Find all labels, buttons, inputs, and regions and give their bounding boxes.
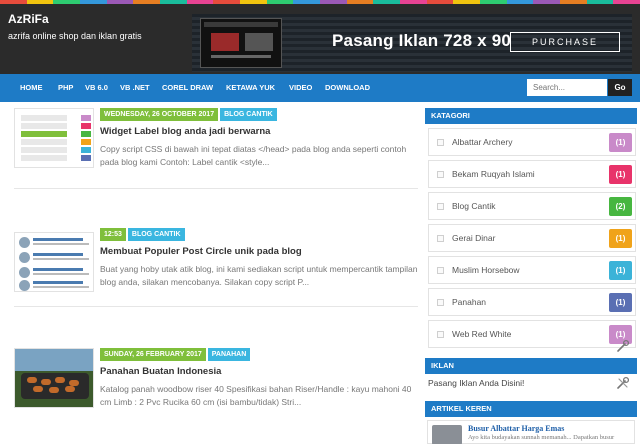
- post-category-badge[interactable]: BLOG CANTIK: [220, 108, 277, 121]
- post-snippet: Copy script CSS di bawah ini tepat diata…: [100, 144, 407, 167]
- post-category-badge[interactable]: BLOG CANTIK: [127, 228, 185, 241]
- category-bullet-icon: [437, 171, 444, 178]
- search-input[interactable]: [527, 79, 607, 96]
- category-item[interactable]: Panahan (1): [428, 288, 636, 316]
- artikel-thumbnail: [432, 425, 462, 444]
- category-bullet-icon: [437, 331, 444, 338]
- category-count-badge: (2): [609, 197, 632, 216]
- category-bullet-icon: [437, 235, 444, 242]
- search-button[interactable]: Go: [608, 79, 632, 96]
- category-label[interactable]: Bekam Ruqyah Islami: [452, 169, 535, 179]
- site-title[interactable]: AzRiFa: [8, 12, 49, 26]
- post-snippet: Katalog panah woodbow riser 40 Spesifika…: [100, 384, 412, 407]
- category-bullet-icon: [437, 203, 444, 210]
- post-time-badge: 12:53: [100, 228, 126, 241]
- post-meta: 12:53 BLOG CANTIK: [100, 228, 185, 241]
- site-header: AzRiFa azrifa online shop dan iklan grat…: [0, 4, 640, 74]
- post-category-badge[interactable]: PANAHAN: [207, 348, 251, 361]
- category-bullet-icon: [437, 299, 444, 306]
- artikel-snippet: Ayo kita budayakan sunnah memanah... Dap…: [468, 434, 615, 441]
- nav-item-vbnet[interactable]: VB .NET: [120, 74, 150, 102]
- post-divider: [14, 306, 418, 307]
- purchase-button[interactable]: PURCHASE: [510, 32, 620, 52]
- post-item: WEDNESDAY, 26 OCTOBER 2017 BLOG CANTIK W…: [14, 108, 414, 178]
- category-item[interactable]: Gerai Dinar (1): [428, 224, 636, 252]
- artikel-widget-title: ARTIKEL KEREN: [425, 401, 637, 417]
- post-thumbnail[interactable]: [14, 108, 94, 168]
- category-count-badge: (1): [609, 293, 632, 312]
- iklan-widget-title: IKLAN: [425, 358, 637, 374]
- category-count-badge: (1): [609, 165, 632, 184]
- nav-item-php[interactable]: PHP: [58, 74, 73, 102]
- banner-screenshot-image: [200, 18, 282, 68]
- category-label[interactable]: Muslim Horsebow: [452, 265, 520, 275]
- nav-item-home[interactable]: HOME: [20, 74, 43, 102]
- kategori-widget-title: KATAGORI: [425, 108, 637, 124]
- site-tagline: azrifa online shop dan iklan gratis: [8, 31, 142, 41]
- main-navigation: HOME PHP VB 6.0 VB .NET COREL DRAW KETAW…: [0, 74, 640, 102]
- nav-item-vb6[interactable]: VB 6.0: [85, 74, 108, 102]
- iklan-link[interactable]: Pasang Iklan Anda Disini!: [428, 378, 524, 388]
- category-label[interactable]: Albattar Archery: [452, 137, 512, 147]
- category-label[interactable]: Panahan: [452, 297, 486, 307]
- post-thumbnail[interactable]: [14, 232, 94, 292]
- category-item[interactable]: Bekam Ruqyah Islami (1): [428, 160, 636, 188]
- ad-banner[interactable]: Pasang Iklan 728 x 90 PURCHASE: [192, 14, 632, 72]
- artikel-item[interactable]: Busur Albattar Harga Emas Ayo kita buday…: [427, 420, 635, 444]
- category-label[interactable]: Blog Cantik: [452, 201, 495, 211]
- category-count-badge: (1): [609, 133, 632, 152]
- nav-item-download[interactable]: DOWNLOAD: [325, 74, 370, 102]
- post-thumbnail[interactable]: [14, 348, 94, 408]
- category-count-badge: (1): [609, 229, 632, 248]
- category-item[interactable]: Muslim Horsebow (1): [428, 256, 636, 284]
- category-label[interactable]: Web Red White: [452, 329, 511, 339]
- artikel-title-link[interactable]: Busur Albattar Harga Emas: [468, 424, 564, 433]
- banner-headline: Pasang Iklan 728 x 90: [332, 31, 512, 50]
- post-title-link[interactable]: Membuat Populer Post Circle unik pada bl…: [100, 246, 302, 257]
- category-bullet-icon: [437, 139, 444, 146]
- post-item: SUNDAY, 26 FEBRUARY 2017 PANAHAN Panahan…: [14, 348, 414, 418]
- post-divider: [14, 188, 418, 189]
- post-meta: SUNDAY, 26 FEBRUARY 2017 PANAHAN: [100, 348, 251, 361]
- category-label[interactable]: Gerai Dinar: [452, 233, 495, 243]
- post-item: 12:53 BLOG CANTIK Membuat Populer Post C…: [14, 228, 418, 298]
- post-title-link[interactable]: Panahan Buatan Indonesia: [100, 366, 221, 377]
- post-date-badge: SUNDAY, 26 FEBRUARY 2017: [100, 348, 206, 361]
- category-bullet-icon: [437, 267, 444, 274]
- category-item[interactable]: Albattar Archery (1): [428, 128, 636, 156]
- post-snippet: Buat yang hoby utak atik blog, ini kami …: [100, 264, 418, 287]
- category-count-badge: (1): [609, 261, 632, 280]
- nav-item-corel-draw[interactable]: COREL DRAW: [162, 74, 213, 102]
- wrench-icon[interactable]: [616, 339, 630, 353]
- category-item[interactable]: Web Red White (1): [428, 320, 636, 348]
- post-date-badge: WEDNESDAY, 26 OCTOBER 2017: [100, 108, 219, 121]
- tools-icon[interactable]: [616, 376, 630, 390]
- category-item[interactable]: Blog Cantik (2): [428, 192, 636, 220]
- nav-item-video[interactable]: VIDEO: [289, 74, 312, 102]
- post-meta: WEDNESDAY, 26 OCTOBER 2017 BLOG CANTIK: [100, 108, 277, 121]
- post-title-link[interactable]: Widget Label blog anda jadi berwarna: [100, 126, 270, 137]
- nav-item-ketawa-yuk[interactable]: KETAWA YUK: [226, 74, 275, 102]
